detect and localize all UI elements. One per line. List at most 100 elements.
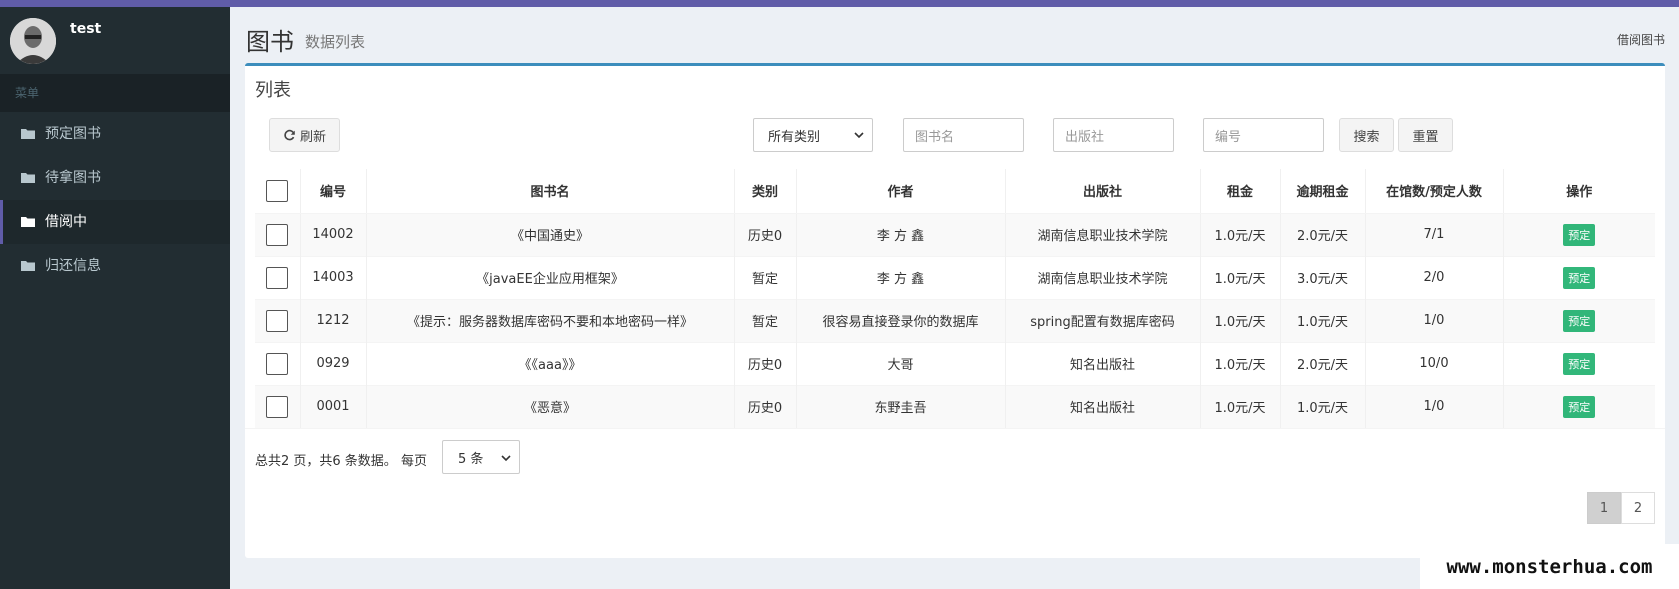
folder-icon	[21, 261, 35, 271]
page-button-1[interactable]: 1	[1587, 492, 1621, 524]
refresh-icon	[284, 129, 295, 140]
sidebar-item-reserve-books[interactable]: 预定图书	[0, 112, 230, 156]
cell-rent: 1.0元/天	[1200, 255, 1281, 299]
column-header[interactable]: 图书名	[366, 169, 735, 214]
select-all-checkbox[interactable]	[266, 179, 289, 202]
cell-overdue: 3.0元/天	[1280, 255, 1366, 299]
cell-publisher: spring配置有数据库密码	[1005, 298, 1201, 342]
cell-rent: 1.0元/天	[1200, 212, 1281, 256]
table-header-row: 编号 图书名 类别 作者 出版社 租金 逾期租金 在馆数/预定人数 操作	[255, 169, 1655, 214]
page-size-select[interactable]: 5 条	[442, 440, 520, 474]
cell-name: 《《aaa》》	[366, 341, 735, 385]
column-header[interactable]: 租金	[1200, 169, 1281, 214]
box-title: 列表	[255, 80, 291, 101]
reserve-button[interactable]: 预定	[1563, 266, 1596, 289]
folder-icon	[21, 129, 35, 139]
reset-button[interactable]: 重置	[1398, 118, 1453, 152]
chevron-down-icon	[854, 132, 864, 139]
book-number-input[interactable]: 编号	[1203, 118, 1324, 152]
column-header[interactable]: 作者	[796, 169, 1006, 214]
table-row[interactable]: 14002 《中国通史》 历史0 李 方 鑫 湖南信息职业技术学院 1.0元/天…	[255, 212, 1655, 256]
cell-stock: 1/0	[1365, 298, 1504, 342]
table-row[interactable]: 0001 《恶意》 历史0 东野圭吾 知名出版社 1.0元/天 1.0元/天 1…	[255, 384, 1655, 428]
sidebar-item-label: 借阅中	[45, 214, 87, 230]
refresh-button[interactable]: 刷新	[269, 118, 340, 152]
table-row[interactable]: 14003 《javaEE企业应用框架》 暂定 李 方 鑫 湖南信息职业技术学院…	[255, 255, 1655, 299]
reserve-button[interactable]: 预定	[1563, 223, 1596, 246]
sidebar-item-label: 预定图书	[45, 126, 101, 142]
row-checkbox[interactable]	[266, 223, 289, 246]
column-header[interactable]: 出版社	[1005, 169, 1201, 214]
books-table: 编号 图书名 类别 作者 出版社 租金 逾期租金 在馆数/预定人数 操作 140…	[255, 169, 1655, 428]
column-header[interactable]: 类别	[734, 169, 797, 214]
row-checkbox[interactable]	[266, 352, 289, 375]
sidebar-item-label: 归还信息	[45, 258, 101, 274]
column-header[interactable]: 编号	[300, 169, 367, 214]
cell-id: 0929	[300, 341, 367, 385]
search-button[interactable]: 搜索	[1339, 118, 1394, 152]
page-size-value: 5 条	[458, 451, 484, 467]
cell-name: 《中国通史》	[366, 212, 735, 256]
folder-icon	[21, 173, 35, 183]
column-header[interactable]: 在馆数/预定人数	[1365, 169, 1504, 214]
cell-overdue: 2.0元/天	[1280, 212, 1366, 256]
cell-name: 《提示：服务器数据库密码不要和本地密码一样》	[366, 298, 735, 342]
cell-stock: 7/1	[1365, 212, 1504, 256]
book-name-input[interactable]: 图书名	[903, 118, 1024, 152]
row-checkbox[interactable]	[266, 266, 289, 289]
sidebar-item-borrowing[interactable]: 借阅中	[0, 200, 230, 244]
cell-category: 暂定	[734, 255, 797, 299]
cell-author: 李 方 鑫	[796, 255, 1006, 299]
user-panel: test	[0, 7, 230, 74]
cell-stock: 1/0	[1365, 384, 1504, 428]
column-header[interactable]: 逾期租金	[1280, 169, 1366, 214]
top-accent-bar	[0, 0, 1679, 7]
category-select[interactable]: 所有类别	[753, 118, 873, 152]
table-row[interactable]: 0929 《《aaa》》 历史0 大哥 知名出版社 1.0元/天 2.0元/天 …	[255, 341, 1655, 385]
row-checkbox[interactable]	[266, 309, 289, 332]
cell-author: 东野圭吾	[796, 384, 1006, 428]
reserve-button[interactable]: 预定	[1563, 395, 1596, 418]
cell-author: 大哥	[796, 341, 1006, 385]
cell-publisher: 知名出版社	[1005, 384, 1201, 428]
cell-stock: 2/0	[1365, 255, 1504, 299]
row-checkbox[interactable]	[266, 395, 289, 418]
sidebar-item-return-info[interactable]: 归还信息	[0, 244, 230, 288]
cell-stock: 10/0	[1365, 341, 1504, 385]
cell-name: 《恶意》	[366, 384, 735, 428]
user-name: test	[70, 21, 102, 37]
folder-icon	[21, 217, 35, 227]
cell-publisher: 湖南信息职业技术学院	[1005, 212, 1201, 256]
reserve-button[interactable]: 预定	[1563, 309, 1596, 332]
cell-category: 历史0	[734, 212, 797, 256]
cell-rent: 1.0元/天	[1200, 298, 1281, 342]
cell-category: 历史0	[734, 384, 797, 428]
page-subtitle: 数据列表	[305, 33, 366, 51]
reserve-button[interactable]: 预定	[1563, 352, 1596, 375]
publisher-input[interactable]: 出版社	[1053, 118, 1174, 152]
sidebar-item-label: 待拿图书	[45, 170, 101, 186]
breadcrumb[interactable]: 借阅图书	[1617, 31, 1665, 48]
cell-publisher: 知名出版社	[1005, 341, 1201, 385]
avatar[interactable]	[10, 18, 56, 64]
category-selected-value: 所有类别	[768, 129, 821, 145]
footer-divider	[245, 428, 1665, 429]
sidebar-menu: 预定图书 待拿图书 借阅中 归还信息	[0, 112, 230, 288]
cell-overdue: 1.0元/天	[1280, 384, 1366, 428]
cell-id: 14002	[300, 212, 367, 256]
table-row[interactable]: 1212 《提示：服务器数据库密码不要和本地密码一样》 暂定 很容易直接登录你的…	[255, 298, 1655, 342]
chevron-down-icon	[501, 455, 511, 462]
pagination: 1 2	[1587, 492, 1655, 524]
page-button-2[interactable]: 2	[1621, 492, 1655, 524]
cell-author: 李 方 鑫	[796, 212, 1006, 256]
select-all-cell	[255, 169, 301, 214]
cell-name: 《javaEE企业应用框架》	[366, 255, 735, 299]
cell-category: 历史0	[734, 341, 797, 385]
column-header: 操作	[1503, 169, 1655, 214]
page-title: 图书	[246, 28, 294, 56]
sidebar: test 菜单 预定图书 待拿图书 借阅中 归还信息	[0, 7, 230, 589]
cell-publisher: 湖南信息职业技术学院	[1005, 255, 1201, 299]
cell-rent: 1.0元/天	[1200, 341, 1281, 385]
refresh-label: 刷新	[299, 129, 326, 145]
sidebar-item-pending-books[interactable]: 待拿图书	[0, 156, 230, 200]
